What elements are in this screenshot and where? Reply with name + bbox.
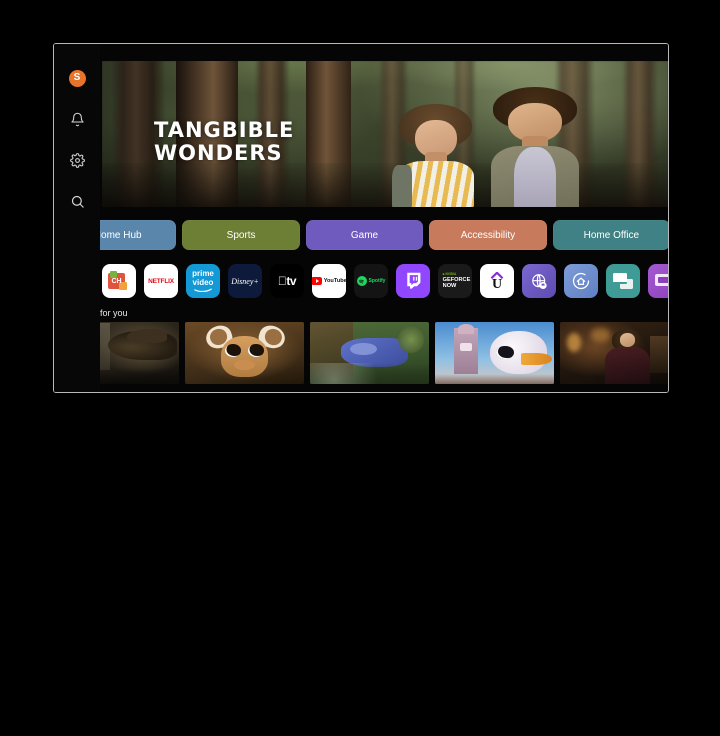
hero-person-right (487, 87, 583, 207)
category-label: Accessibility (460, 229, 516, 241)
ch-label: CH (111, 277, 122, 285)
spotify-label: Spotify (368, 278, 386, 284)
app-shortcut-row: APPS CH NETFLIX prime video (58, 264, 668, 302)
pick-card-picnic[interactable] (310, 322, 429, 384)
youtube-icon[interactable]: YouTube (312, 264, 346, 298)
netflix-label: NETFLIX (148, 277, 174, 285)
prime-video-icon[interactable]: prime video (186, 264, 220, 298)
ch-icon[interactable]: CH (102, 264, 136, 298)
category-button-accessibility[interactable]: Accessibility (429, 220, 547, 250)
screen-mirror-icon[interactable] (648, 264, 668, 298)
twitch-glyph (406, 272, 420, 289)
youtube-label: YouTube (323, 278, 346, 284)
category-label: Game (350, 229, 379, 241)
u-plus-icon[interactable]: U (480, 264, 514, 298)
apple-tv-icon[interactable]: tv (270, 264, 304, 298)
netflix-icon[interactable]: NETFLIX (144, 264, 178, 298)
multi-view-icon[interactable] (606, 264, 640, 298)
pick-card-woman[interactable] (560, 322, 668, 384)
category-button-home-office[interactable]: Home Office (552, 220, 668, 250)
search-icon[interactable] (65, 189, 89, 213)
u-label: U (491, 276, 503, 292)
category-button-sports[interactable]: Sports (182, 220, 300, 250)
disney-plus-icon[interactable]: Disney+ (228, 264, 262, 298)
gear-icon[interactable] (65, 148, 89, 172)
pick-card-bird[interactable] (435, 322, 554, 384)
category-label: Home Hub (93, 229, 142, 241)
top-picks-row (58, 322, 668, 384)
disney-label: Disney+ (231, 276, 259, 286)
bell-icon[interactable] (65, 107, 89, 131)
tv-screen: S TANGBIBLE WONDERS Home Hub Sports Game… (54, 44, 668, 392)
avatar-initial: S (68, 69, 86, 87)
category-button-game[interactable]: Game (305, 220, 424, 250)
category-button-row: Home Hub Sports Game Accessibility Home … (58, 220, 668, 250)
twitch-icon[interactable] (396, 264, 430, 298)
hero-person-left (391, 102, 475, 207)
smart-home-icon[interactable] (564, 264, 598, 298)
apple-tv-label: tv (282, 274, 296, 288)
spotify-icon[interactable]: Spotify (354, 264, 388, 298)
hero-banner[interactable]: TANGBIBLE WONDERS (102, 61, 668, 207)
universal-guide-icon[interactable] (522, 264, 556, 298)
hero-title: TANGBIBLE WONDERS (154, 118, 295, 166)
category-label: Sports (226, 229, 256, 241)
profile-avatar[interactable]: S (65, 66, 89, 90)
sidebar: S (54, 44, 100, 392)
category-label: Home Office (583, 229, 640, 241)
geforce-now-icon[interactable]: ■ NVIDIA GEFORCE NOW (438, 264, 472, 298)
tv-frame: S TANGBIBLE WONDERS Home Hub Sports Game… (53, 43, 669, 393)
pick-card-giraffe[interactable] (185, 322, 304, 384)
